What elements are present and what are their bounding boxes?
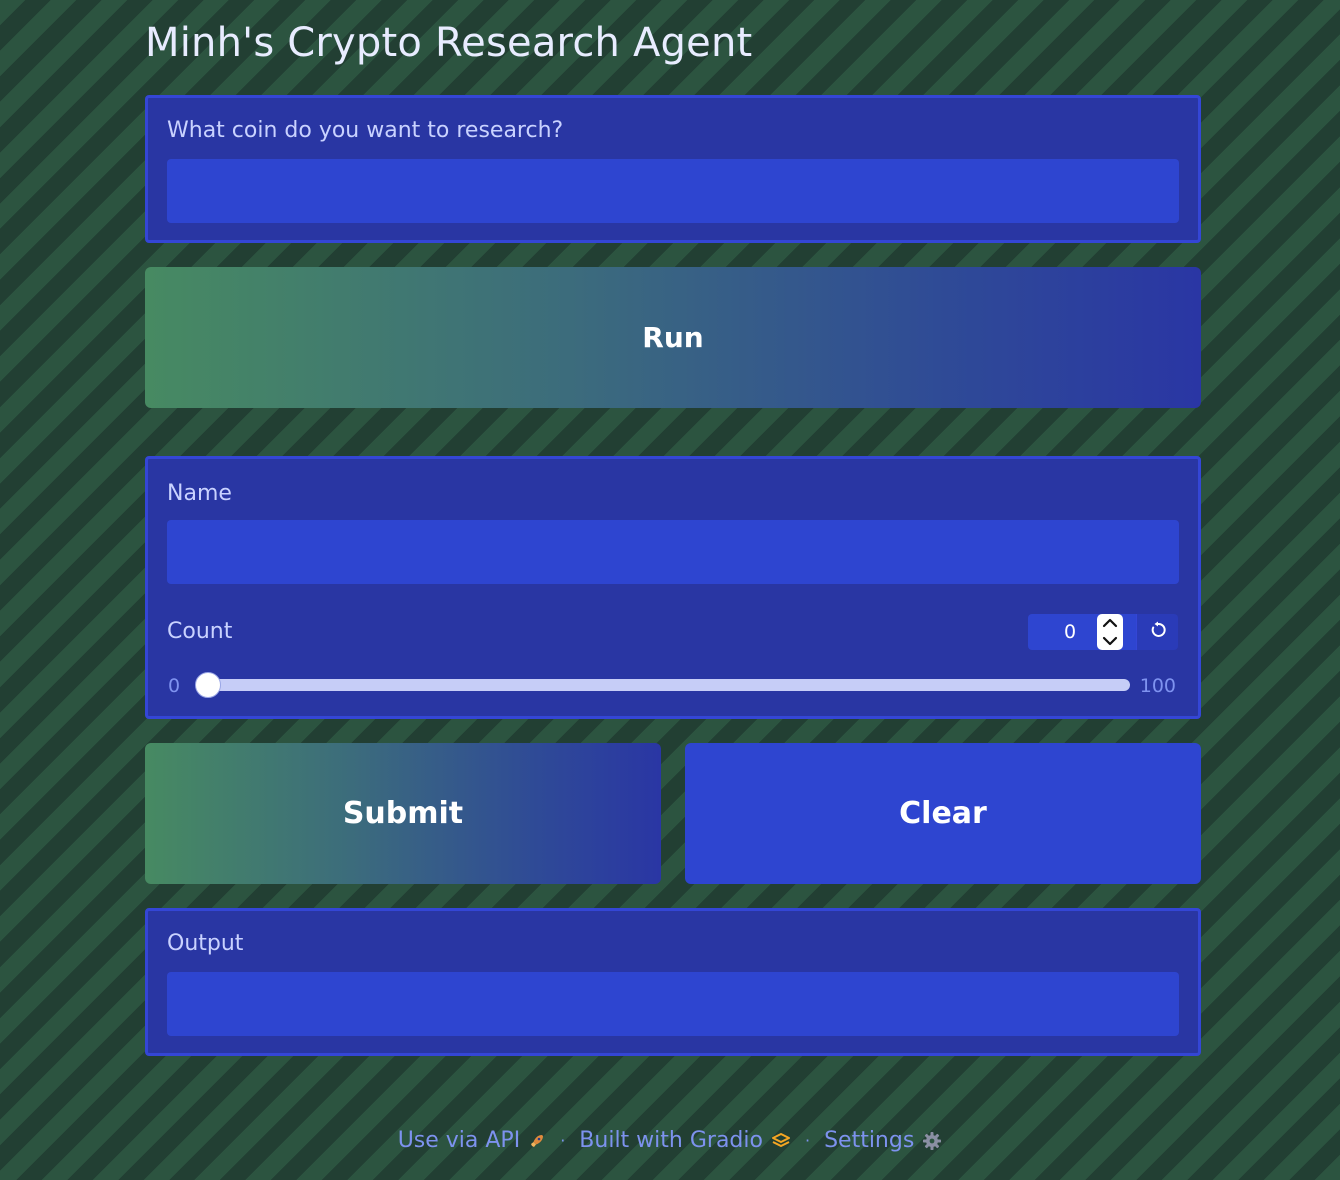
built-with-gradio-label: Built with Gradio	[579, 1128, 763, 1153]
count-reset-button[interactable]	[1136, 614, 1178, 650]
gear-icon	[922, 1131, 942, 1151]
count-slider[interactable]	[195, 672, 1130, 698]
reset-icon	[1149, 621, 1167, 643]
clear-button[interactable]: Clear	[685, 743, 1201, 884]
footer: Use via API · Built with Gradio · Settin…	[0, 1128, 1340, 1153]
output-label: Output	[167, 931, 244, 956]
name-input[interactable]	[167, 520, 1179, 584]
submit-button[interactable]: Submit	[145, 743, 661, 884]
coin-input[interactable]	[167, 159, 1179, 223]
use-via-api-label: Use via API	[397, 1128, 521, 1153]
parameters-panel: Name Count 0 0 100	[145, 456, 1201, 719]
built-with-gradio-link[interactable]: Built with Gradio	[579, 1128, 791, 1153]
chevron-down-icon[interactable]	[1102, 636, 1118, 646]
footer-separator: ·	[560, 1131, 566, 1150]
footer-separator: ·	[804, 1131, 811, 1150]
count-spinner[interactable]	[1097, 614, 1123, 650]
name-input-label: Name	[167, 481, 232, 506]
use-via-api-link[interactable]: Use via API	[398, 1128, 547, 1153]
slider-max-label: 100	[1139, 675, 1176, 697]
output-textbox[interactable]	[167, 972, 1179, 1036]
settings-label: Settings	[824, 1128, 915, 1153]
coin-input-label: What coin do you want to research?	[167, 118, 564, 143]
slider-min-label: 0	[168, 675, 181, 697]
chevron-up-icon[interactable]	[1102, 618, 1118, 628]
output-panel: Output	[145, 908, 1201, 1056]
gradio-logo-icon	[771, 1132, 791, 1150]
settings-link[interactable]: Settings	[824, 1128, 942, 1153]
count-number-box	[1028, 614, 1178, 650]
count-slider-thumb[interactable]	[195, 672, 221, 698]
page-title: Minh's Crypto Research Agent	[145, 20, 753, 66]
count-label: Count	[167, 619, 233, 644]
run-button[interactable]: Run	[145, 267, 1201, 408]
rocket-icon	[528, 1132, 546, 1150]
coin-input-panel: What coin do you want to research?	[145, 95, 1201, 243]
